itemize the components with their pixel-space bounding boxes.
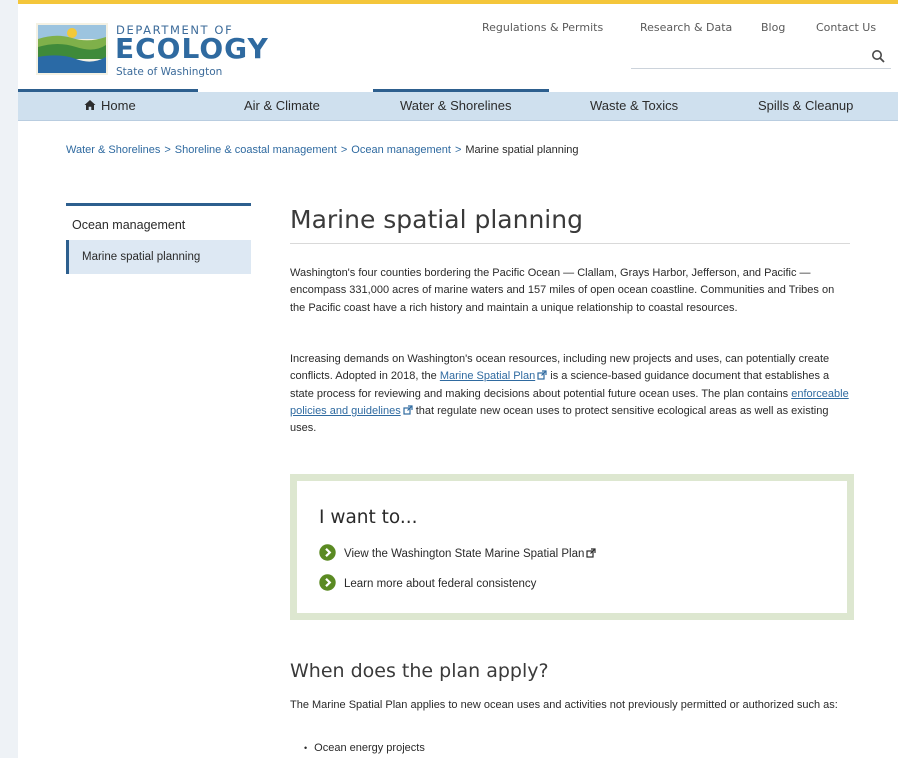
arrow-circle-icon xyxy=(319,574,336,591)
intro-paragraph: Washington's four counties bordering the… xyxy=(290,267,835,314)
i-want-to-box: I want to... View the Washington State M… xyxy=(290,474,854,620)
nav-waste-toxics[interactable]: Waste & Toxics xyxy=(590,92,678,120)
breadcrumb-separator: > xyxy=(454,144,462,156)
search-input[interactable] xyxy=(631,46,891,69)
view-plan-label: View the Washington State Marine Spatial… xyxy=(344,548,585,560)
external-link-icon xyxy=(537,370,547,380)
breadcrumb-separator: > xyxy=(164,144,171,156)
page: DEPARTMENT OF ECOLOGY State of Washingto… xyxy=(18,0,898,758)
sidebar-item-ocean-management[interactable]: Ocean management xyxy=(66,211,251,239)
breadcrumb-link[interactable]: Water & Shorelines xyxy=(66,144,160,156)
breadcrumb-current: Marine spatial planning xyxy=(465,144,579,156)
page-title: Marine spatial planning xyxy=(290,205,583,234)
breadcrumb: Water & Shorelines > Shoreline & coastal m… xyxy=(66,144,579,156)
federal-consistency-link[interactable]: Learn more about federal consistency xyxy=(319,574,536,592)
plan-paragraph: Increasing demands on Washington's ocean… xyxy=(290,351,850,437)
breadcrumb-separator: > xyxy=(340,144,348,156)
nav-water-shorelines[interactable]: Water & Shorelines xyxy=(400,92,512,120)
search-icon[interactable] xyxy=(871,49,885,63)
applies-paragraph: The Marine Spatial Plan applies to new o… xyxy=(290,699,838,711)
external-link-icon xyxy=(403,405,413,415)
logo-line-ecology: ECOLOGY xyxy=(115,32,269,65)
nav-spills-cleanup[interactable]: Spills & Cleanup xyxy=(758,92,853,120)
nav-air-climate[interactable]: Air & Climate xyxy=(244,92,320,120)
list-item: Ocean energy projects xyxy=(304,742,425,754)
sidebar-item-marine-spatial-planning[interactable]: Marine spatial planning xyxy=(66,240,251,274)
arrow-circle-icon xyxy=(319,544,336,561)
utility-link-regulations[interactable]: Regulations & Permits xyxy=(482,21,603,34)
breadcrumb-link[interactable]: Ocean management xyxy=(351,144,451,156)
utility-link-research[interactable]: Research & Data xyxy=(640,21,732,34)
main-nav: Home Air & Climate Water & Shorelines Wa… xyxy=(18,89,898,121)
logo-line-state: State of Washington xyxy=(116,66,223,78)
view-plan-link[interactable]: View the Washington State Marine Spatial… xyxy=(319,544,596,562)
top-accent-bar xyxy=(18,0,898,4)
external-link-icon xyxy=(586,548,596,558)
logo-mark-icon xyxy=(36,23,108,75)
breadcrumb-link[interactable]: Shoreline & coastal management xyxy=(175,144,337,156)
i-want-to-title: I want to... xyxy=(319,507,418,528)
applies-list: Ocean energy projects xyxy=(304,742,425,754)
sidebar-accent-line xyxy=(66,203,251,206)
title-divider xyxy=(290,243,850,244)
home-icon xyxy=(84,100,96,110)
marine-spatial-plan-link[interactable]: Marine Spatial Plan xyxy=(440,370,535,382)
ecology-logo[interactable]: DEPARTMENT OF ECOLOGY State of Washingto… xyxy=(36,20,286,80)
section-heading: When does the plan apply? xyxy=(290,660,549,682)
utility-link-blog[interactable]: Blog xyxy=(761,21,785,34)
federal-consistency-label: Learn more about federal consistency xyxy=(344,578,537,590)
utility-link-contact[interactable]: Contact Us xyxy=(816,21,876,34)
nav-home[interactable]: Home xyxy=(84,92,136,120)
nav-home-label: Home xyxy=(101,98,136,113)
